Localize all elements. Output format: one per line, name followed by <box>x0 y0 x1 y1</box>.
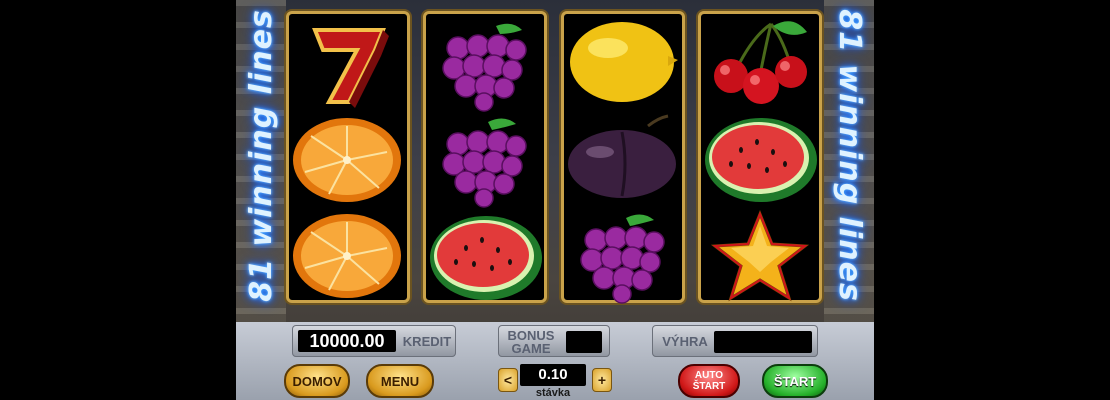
lemon-symbol <box>570 22 678 102</box>
bet-decrease-button[interactable]: < <box>498 368 518 392</box>
neon-text-right: 81 winning lines <box>831 8 867 302</box>
watermelon-symbol <box>705 118 817 202</box>
credit-box: 10000.00 KREDIT <box>292 325 456 357</box>
reel-1 <box>286 11 410 303</box>
bonus-value <box>566 331 602 353</box>
credit-value: 10000.00 <box>298 330 396 352</box>
orange-symbol <box>293 214 401 298</box>
bonus-label-line2: GAME <box>511 341 551 356</box>
neon-sign-left: 81 winning lines <box>238 8 284 302</box>
auto-start-button[interactable]: AUTO ŠTART <box>678 364 740 398</box>
credit-label: KREDIT <box>402 334 452 349</box>
win-label: VÝHRA <box>662 334 708 349</box>
grapes-symbol <box>442 23 527 112</box>
plum-symbol <box>568 114 676 198</box>
reel-3 <box>561 11 685 304</box>
orange-symbol <box>293 118 401 202</box>
start-button[interactable]: ŠTART <box>762 364 828 398</box>
reel-4 <box>698 11 822 303</box>
auto-button-line1: AUTO <box>694 370 724 381</box>
watermelon-symbol <box>430 216 542 300</box>
control-panel: 10000.00 KREDIT BONUS GAME VÝHRA DOMOV M… <box>236 322 874 400</box>
bonus-game-box: BONUS GAME <box>498 325 610 357</box>
cherries-symbol <box>714 21 807 104</box>
reel-2 <box>423 11 547 303</box>
neon-sign-right: 81 winning lines <box>826 8 872 302</box>
bet-label: stávka <box>535 387 571 399</box>
grapes-symbol <box>580 214 665 304</box>
auto-button-line2: ŠTART <box>692 381 726 392</box>
win-value <box>714 331 812 353</box>
star-symbol <box>710 210 810 302</box>
home-button[interactable]: DOMOV <box>284 364 350 398</box>
bet-value: 0.10 <box>520 364 586 386</box>
bet-increase-button[interactable]: + <box>592 368 612 392</box>
menu-button[interactable]: MENU <box>366 364 434 398</box>
seven-symbol <box>312 28 389 108</box>
win-box: VÝHRA <box>652 325 818 357</box>
neon-text-left: 81 winning lines <box>243 8 279 302</box>
grapes-symbol <box>442 118 527 208</box>
